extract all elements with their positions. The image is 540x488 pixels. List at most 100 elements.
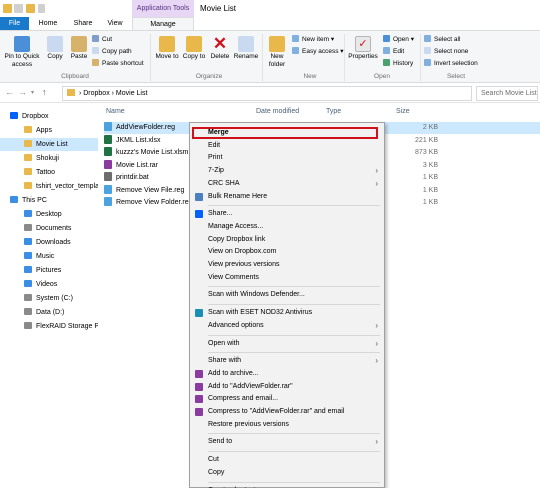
menu-item-compress-and-email[interactable]: Compress and email...: [190, 393, 384, 405]
forward-icon[interactable]: →: [18, 87, 27, 97]
tab-home[interactable]: Home: [33, 17, 63, 30]
copy-path-button[interactable]: Copy path: [92, 47, 132, 57]
easy-access-icon: [292, 47, 299, 54]
column-header-name[interactable]: Name: [106, 108, 125, 115]
menu-item-send-to[interactable]: Send to ›: [190, 436, 384, 448]
sidebar-item-apps[interactable]: Apps: [0, 124, 98, 137]
menu-separator: [208, 451, 380, 453]
search-input[interactable]: Search Movie List: [476, 86, 538, 101]
up-icon[interactable]: ↑: [42, 87, 47, 97]
properties-button[interactable]: ✓ Properties: [347, 34, 379, 61]
menu-item-add-to-addviewfolder-rar[interactable]: Add to "AddViewFolder.rar": [190, 381, 384, 393]
sidebar-item-downloads[interactable]: Downloads: [0, 236, 98, 249]
easy-access-button[interactable]: Easy access ▾: [292, 47, 344, 57]
menu-item-bulk-rename-here[interactable]: Bulk Rename Here: [190, 191, 384, 203]
menu-item-crc-sha[interactable]: CRC SHA ›: [190, 178, 384, 190]
menu-item-add-to-archive[interactable]: Add to archive...: [190, 368, 384, 380]
new-folder-icon[interactable]: [26, 4, 35, 13]
menu-item-edit[interactable]: Edit: [190, 140, 384, 152]
tab-file[interactable]: File: [0, 17, 29, 30]
sidebar-item-system-c[interactable]: System (C:): [0, 292, 98, 305]
sidebar-item-music[interactable]: Music: [0, 250, 98, 263]
cut-button[interactable]: Cut: [92, 35, 112, 45]
recent-locations-icon[interactable]: ▾: [31, 89, 34, 96]
sidebar-item-dropbox[interactable]: Dropbox: [0, 110, 98, 123]
menu-item-share-with[interactable]: Share with ›: [190, 355, 384, 367]
sidebar-item-label: Pictures: [36, 267, 62, 274]
select-none-button[interactable]: Select none: [424, 47, 468, 57]
menu-item-label: Add to archive...: [208, 369, 259, 377]
tab-manage[interactable]: Manage: [132, 17, 194, 30]
menu-separator: [208, 304, 380, 306]
menu-item-icon: [195, 309, 203, 318]
menu-item-share[interactable]: Share...: [190, 208, 384, 220]
copy-to-button[interactable]: Copy to: [181, 34, 207, 61]
sidebar-item-videos[interactable]: Videos: [0, 278, 98, 291]
menu-item-open-with[interactable]: Open with ›: [190, 338, 384, 350]
select-all-button[interactable]: Select all: [424, 35, 460, 45]
sidebar-item-tattoo[interactable]: Tattoo: [0, 166, 98, 179]
chevron-right-icon: ›: [375, 320, 378, 330]
history-button[interactable]: History: [383, 59, 413, 69]
application-tools-label: Application Tools: [132, 0, 194, 17]
sidebar-item-desktop[interactable]: Desktop: [0, 208, 98, 221]
quick-access-dropdown-icon[interactable]: [38, 4, 45, 13]
menu-item-scan-with-eset-nod32-antivirus[interactable]: Scan with ESET NOD32 Antivirus: [190, 307, 384, 319]
sidebar-item-flexraid-storage-poc[interactable]: FlexRAID Storage Poc: [0, 320, 98, 333]
menu-item-restore-previous-versions[interactable]: Restore previous versions: [190, 419, 384, 431]
menu-item-cut[interactable]: Cut: [190, 454, 384, 466]
breadcrumb[interactable]: › Dropbox › Movie List: [62, 86, 472, 101]
sidebar-item-this-pc[interactable]: This PC: [0, 194, 98, 207]
new-folder-button[interactable]: New folder: [264, 34, 290, 69]
menu-item-copy-dropbox-link[interactable]: Copy Dropbox link: [190, 234, 384, 246]
menu-item-scan-with-windows-defender[interactable]: Scan with Windows Defender...: [190, 289, 384, 301]
back-icon[interactable]: ←: [5, 87, 14, 97]
menu-item-advanced-options[interactable]: Advanced options ›: [190, 320, 384, 332]
open-button[interactable]: Open ▾: [383, 35, 414, 45]
sidebar-item-movie-list[interactable]: Movie List: [0, 138, 98, 151]
sidebar-item-label: System (C:): [36, 295, 73, 302]
menu-item-7-zip[interactable]: 7-Zip ›: [190, 165, 384, 177]
delete-button[interactable]: ✕ Delete: [208, 34, 232, 61]
menu-item-view-comments[interactable]: View Comments: [190, 272, 384, 284]
pin-to-quick-access-button[interactable]: Pin to Quick access: [2, 34, 42, 69]
menu-item-create-shortcut[interactable]: Create shortcut: [190, 485, 384, 488]
file-icon: [104, 184, 112, 194]
file-name: Movie List.rar: [116, 161, 159, 169]
properties-icon[interactable]: [14, 4, 23, 13]
menu-item-label: Restore previous versions: [208, 420, 289, 428]
sidebar-item-pictures[interactable]: Pictures: [0, 264, 98, 277]
column-header-type[interactable]: Type: [326, 108, 341, 115]
menu-item-view-previous-versions[interactable]: View previous versions: [190, 259, 384, 271]
folder-icon: [10, 196, 18, 203]
menu-item-compress-to-addviewfolder-rar-and-email[interactable]: Compress to "AddViewFolder.rar" and emai…: [190, 406, 384, 418]
paste-shortcut-button[interactable]: Paste shortcut: [92, 59, 144, 69]
sidebar-item-tshirt-vector-templat[interactable]: tshirt_vector_templat: [0, 180, 98, 193]
menu-separator: [208, 286, 380, 288]
menu-item-merge[interactable]: Merge: [190, 127, 384, 139]
sidebar-item-shokuji[interactable]: Shokuji: [0, 152, 98, 165]
column-header-date-modified[interactable]: Date modified: [256, 108, 299, 115]
ribbon: Pin to Quick access Copy Paste Cut Copy …: [0, 30, 540, 83]
new-item-button[interactable]: New item ▾: [292, 35, 334, 45]
paste-button[interactable]: Paste: [68, 34, 90, 61]
pin-icon: [14, 36, 30, 52]
column-header-size[interactable]: Size: [396, 108, 410, 115]
menu-item-copy[interactable]: Copy: [190, 467, 384, 479]
menu-item-manage-access[interactable]: Manage Access...: [190, 221, 384, 233]
copy-button[interactable]: Copy: [44, 34, 66, 61]
menu-item-print[interactable]: Print: [190, 152, 384, 164]
ribbon-separator: [420, 34, 421, 81]
tab-share[interactable]: Share: [68, 17, 98, 30]
sidebar-item-documents[interactable]: Documents: [0, 222, 98, 235]
move-to-button[interactable]: Move to: [154, 34, 180, 61]
menu-item-label: Scan with ESET NOD32 Antivirus: [208, 309, 313, 317]
tab-view[interactable]: View: [102, 17, 128, 30]
sidebar-item-data-d[interactable]: Data (D:): [0, 306, 98, 319]
invert-selection-button[interactable]: Invert selection: [424, 59, 478, 69]
rename-button[interactable]: Rename: [232, 34, 260, 61]
menu-item-view-on-dropbox-com[interactable]: View on Dropbox.com: [190, 246, 384, 258]
edit-button[interactable]: Edit: [383, 47, 404, 57]
folder-icon: [24, 280, 32, 287]
folder-icon: [24, 140, 32, 147]
